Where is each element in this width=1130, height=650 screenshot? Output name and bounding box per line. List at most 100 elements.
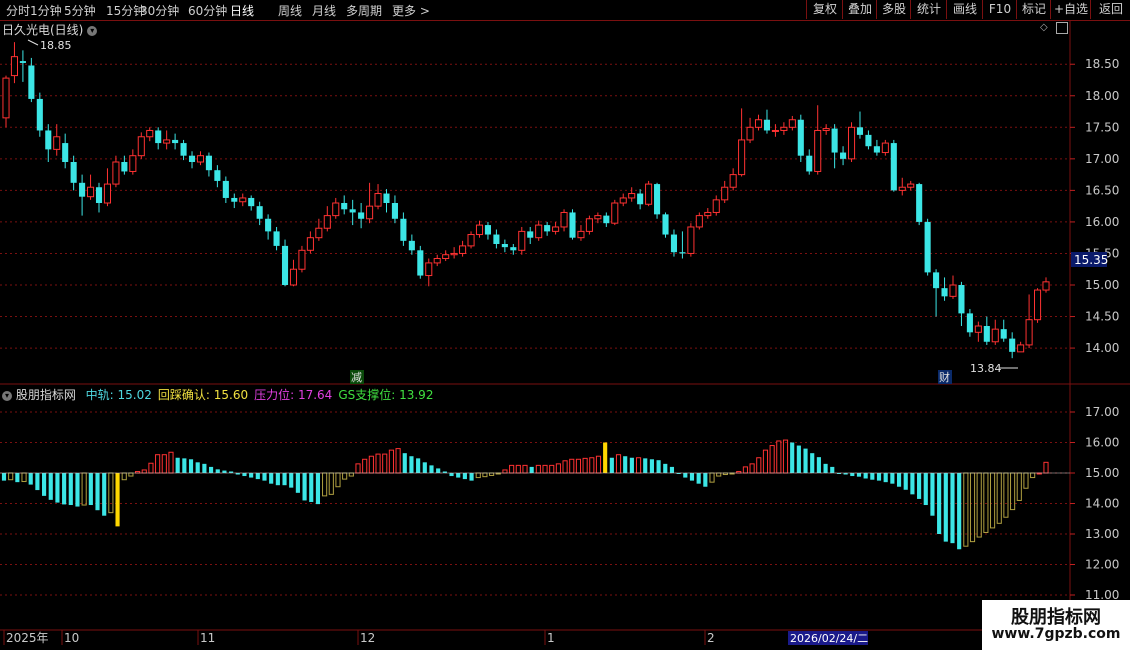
- candle-body: [991, 328, 999, 343]
- candle-body: [890, 143, 897, 191]
- candle-body: [306, 237, 314, 251]
- indicator-panel-header: ▾ 股朋指标网 中轨: 15.02 回踩确认: 15.60 压力位: 17.64 GS…: [2, 386, 433, 403]
- diamond-icon[interactable]: ◇: [1040, 22, 1048, 33]
- indicator-bar: [509, 464, 515, 474]
- indicator-bar: [689, 473, 695, 481]
- panel-toggle-icon[interactable]: [1056, 22, 1068, 34]
- candle-body: [840, 152, 847, 159]
- candle-body: [856, 127, 864, 135]
- candle-body: [763, 119, 771, 131]
- candle-body: [10, 56, 18, 77]
- stock-title: 日久光电(日线): [2, 23, 84, 37]
- candle-body: [712, 199, 720, 213]
- indicator-bar: [322, 472, 328, 497]
- indicator-bar: [175, 457, 180, 473]
- candle-body: [400, 218, 407, 241]
- indicator-bar: [703, 473, 708, 487]
- date-label: 11: [200, 631, 215, 645]
- indicator-line-3: GS支撑位: 13.92: [338, 388, 434, 402]
- indicator-bar: [629, 457, 634, 473]
- candle-body: [907, 183, 915, 188]
- indicator-bar: [8, 472, 14, 481]
- indicator-tick-label: 12.00: [1085, 558, 1119, 572]
- indicator-bar: [876, 473, 882, 481]
- indicator-bar: [368, 455, 374, 474]
- watermark-url: www.7gpzb.com: [991, 626, 1121, 642]
- indicator-bar: [863, 473, 868, 479]
- indicator-bar: [937, 473, 942, 534]
- candle-body: [865, 134, 872, 147]
- indicator-bar: [15, 473, 20, 483]
- indicator-bar: [28, 473, 33, 485]
- indicator-bar: [930, 473, 935, 516]
- indicator-bar: [582, 457, 588, 474]
- candle-body: [518, 230, 526, 251]
- candle-body: [433, 258, 441, 264]
- high-marker-line: [27, 39, 39, 46]
- indicator-bar: [75, 473, 80, 507]
- candle-body: [459, 245, 467, 254]
- candle-body: [822, 128, 830, 131]
- candle-body: [637, 193, 644, 205]
- watermark-brand: 股朋指标网 www.7gpzb.com: [982, 600, 1130, 650]
- indicator-bar: [549, 464, 555, 474]
- candle-body: [721, 186, 729, 201]
- candle-body: [687, 226, 695, 254]
- candle-body: [662, 214, 669, 235]
- indicator-bar: [917, 473, 922, 499]
- candle-body: [28, 65, 35, 99]
- indicator-bar: [482, 472, 488, 478]
- indicator-bar: [830, 466, 835, 473]
- candle-body: [188, 155, 196, 162]
- candle-body: [535, 224, 543, 239]
- indicator-bar: [742, 466, 748, 474]
- indicator-bar: [776, 440, 782, 474]
- candle-body: [1009, 338, 1016, 352]
- title-dropdown-icon[interactable]: ▾: [87, 25, 98, 36]
- candle-body: [36, 98, 43, 131]
- candle-body: [408, 240, 415, 251]
- candle-body: [527, 231, 534, 238]
- indicator-bar: [282, 473, 287, 486]
- indicator-bar: [422, 462, 427, 473]
- candle-body: [679, 252, 686, 254]
- indicator-bar: [362, 458, 368, 474]
- indicator-bar: [635, 457, 642, 474]
- indicator-dropdown-icon[interactable]: ▾: [2, 390, 12, 401]
- indicator-bar: [569, 458, 575, 474]
- candle-body: [585, 218, 593, 232]
- candle-body: [450, 252, 458, 256]
- indicator-bar: [696, 473, 701, 484]
- indicator-bar: [289, 473, 294, 488]
- candle-body: [79, 182, 86, 197]
- indicator-bar: [416, 458, 421, 473]
- candle-body: [146, 129, 154, 138]
- candle-body: [983, 326, 990, 342]
- price-tick-label: 16.00: [1085, 215, 1119, 229]
- candle-body: [577, 230, 585, 239]
- indicator-bar: [42, 473, 47, 496]
- indicator-bar: [409, 456, 414, 473]
- indicator-bar: [88, 473, 93, 506]
- candle-body: [754, 119, 763, 128]
- indicator-bar: [769, 445, 775, 474]
- candle-body: [1000, 329, 1007, 339]
- indicator-bar: [963, 472, 969, 547]
- indicator-bar: [68, 473, 73, 506]
- indicator-bar: [161, 454, 167, 474]
- date-label: 10: [64, 631, 79, 645]
- indicator-bar: [749, 463, 755, 474]
- candle-body: [695, 215, 703, 228]
- indicator-bar: [95, 473, 100, 511]
- price-tick-label: 14.00: [1085, 341, 1119, 355]
- indicator-bar: [155, 454, 161, 474]
- indicator-bar: [976, 472, 982, 538]
- main-panel-title: 日久光电(日线) ▾: [2, 21, 98, 38]
- date-label: 12: [360, 631, 375, 645]
- indicator-bar: [903, 473, 908, 490]
- candle-body: [248, 197, 255, 207]
- candle-body: [358, 212, 365, 219]
- date-label: 2025年: [6, 631, 49, 645]
- candle-body: [19, 61, 26, 63]
- candle-body: [180, 143, 187, 156]
